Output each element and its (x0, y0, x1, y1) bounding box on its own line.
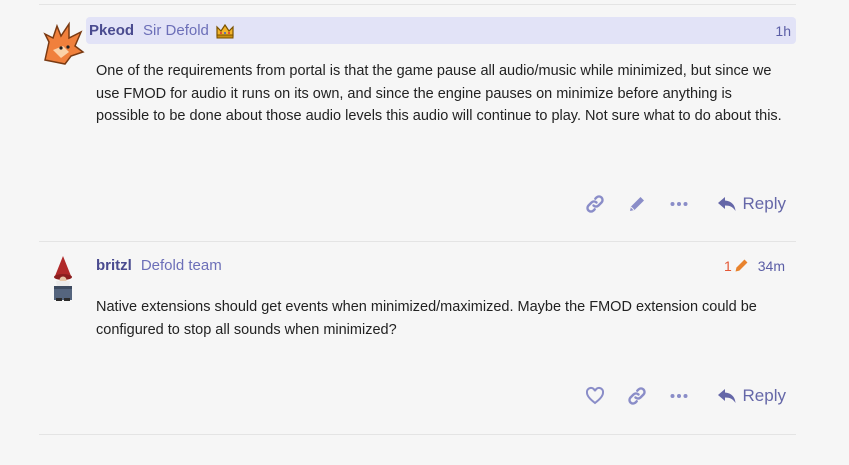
post-meta-bar: Pkeod Sir Defold 1h (86, 17, 796, 44)
edit-count: 1 (723, 257, 732, 274)
post-date[interactable]: 34m (758, 258, 785, 274)
avatar[interactable] (39, 20, 87, 68)
username[interactable]: Pkeod (89, 22, 134, 39)
post-date[interactable]: 1h (775, 23, 791, 39)
user-title: Defold team (140, 257, 222, 274)
crown-icon (215, 23, 235, 39)
reply-arrow-icon (717, 197, 736, 211)
more-options-icon[interactable] (669, 194, 689, 214)
post-body: One of the requirements from portal is t… (96, 63, 782, 124)
edit-pencil-icon (735, 259, 748, 272)
reply-button[interactable]: Reply (717, 386, 786, 406)
user-title: Sir Defold (143, 22, 209, 39)
avatar[interactable] (39, 254, 87, 302)
reply-arrow-icon (717, 389, 736, 403)
more-options-icon[interactable] (669, 386, 689, 406)
post-actions: Reply (563, 381, 786, 411)
post-body: Native extensions should get events when… (96, 299, 757, 338)
edit-history[interactable]: 1 34m (724, 257, 785, 274)
link-icon[interactable] (585, 194, 605, 214)
username[interactable]: britzl (96, 257, 132, 274)
post-pkeod: Pkeod Sir Defold 1h One of the requireme… (39, 0, 796, 240)
reply-label: Reply (742, 194, 786, 213)
bottom-divider (39, 434, 796, 435)
reply-button[interactable]: Reply (717, 194, 786, 214)
post-britzl: britzl Defold team 1 34m Native extensio… (39, 241, 796, 436)
reply-label: Reply (742, 386, 786, 405)
post-meta-bar: britzl Defold team 1 34m (86, 252, 796, 279)
like-heart-icon[interactable] (585, 386, 605, 406)
link-icon[interactable] (627, 386, 647, 406)
edit-pencil-icon[interactable] (627, 194, 647, 214)
post-actions: Reply (563, 189, 786, 219)
